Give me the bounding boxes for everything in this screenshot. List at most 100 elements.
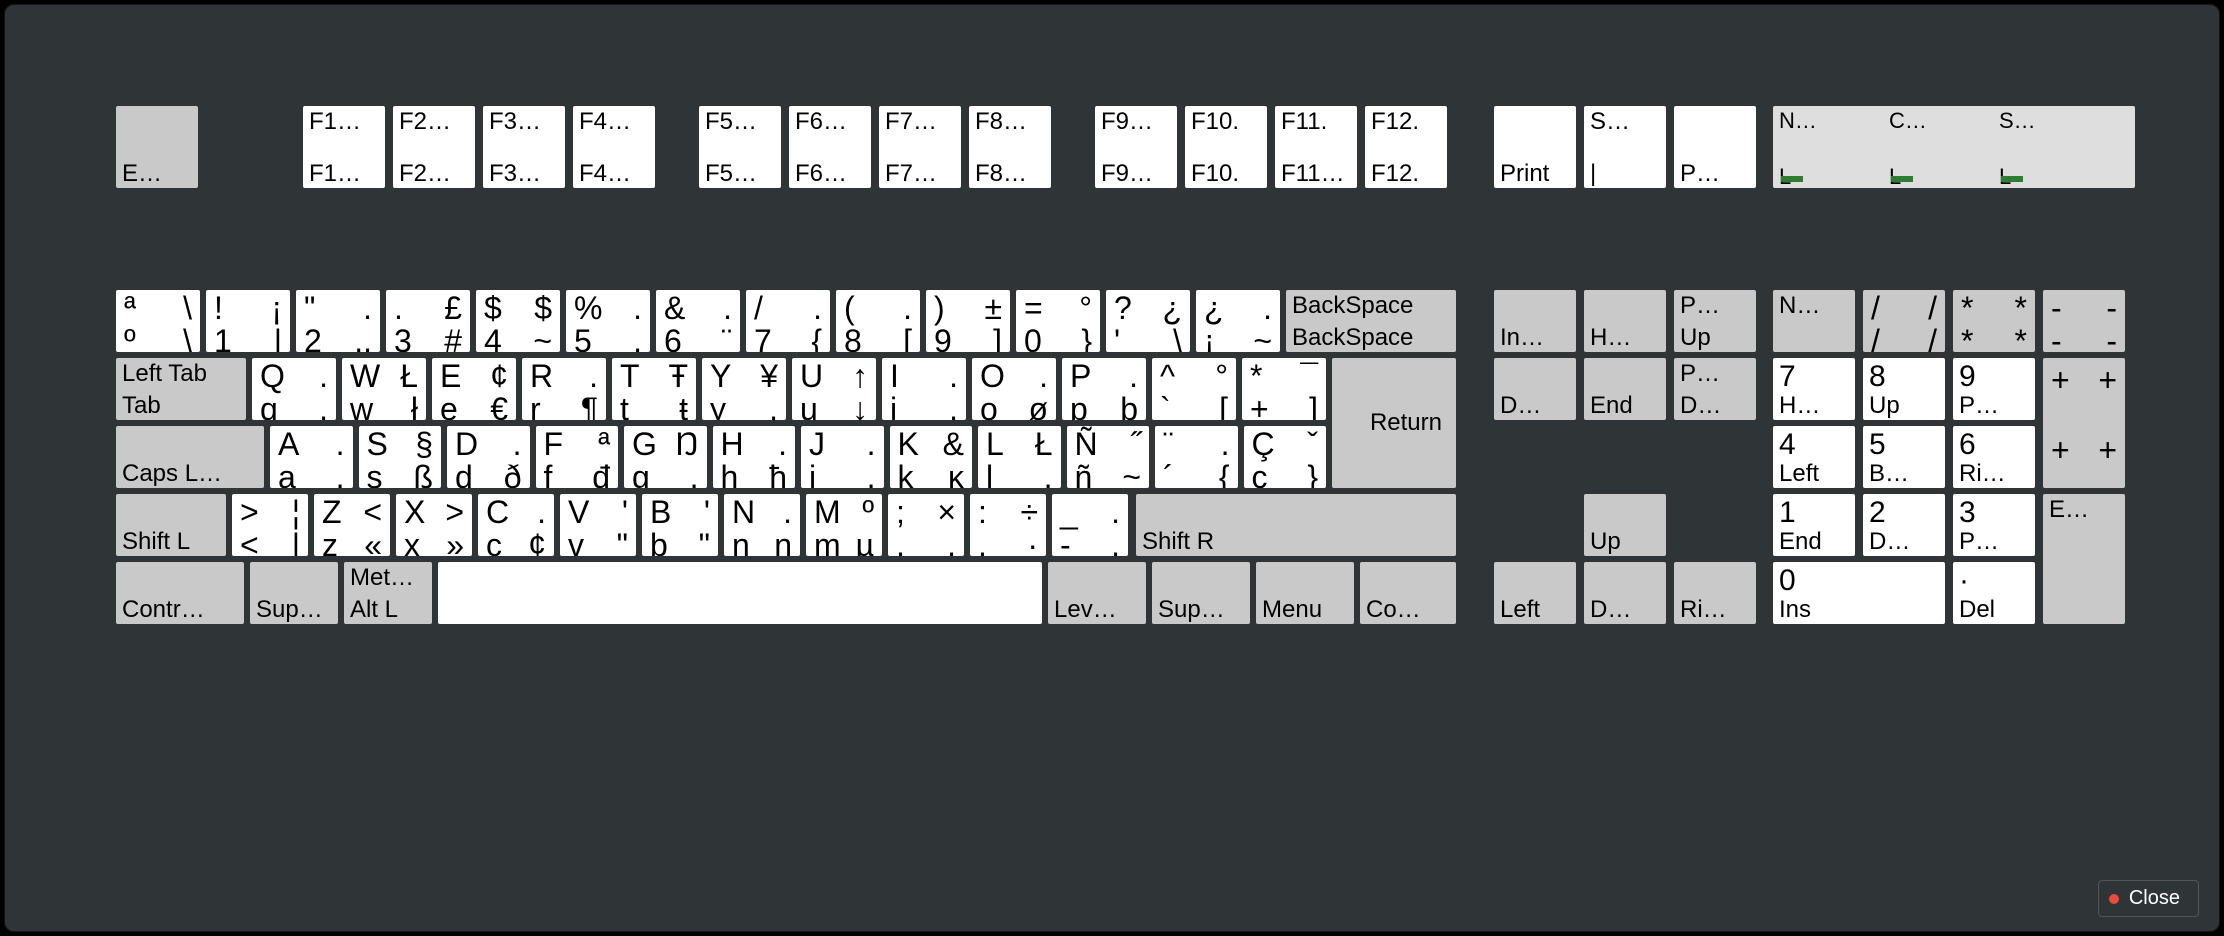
key-kp-multiply[interactable]: **** — [1952, 289, 2036, 353]
key-escape[interactable]: E… — [115, 105, 199, 189]
close-button[interactable]: Close — [2098, 880, 2199, 917]
key-capslock[interactable]: Caps L… — [115, 425, 265, 489]
key-f1[interactable]: F1…F1… — [302, 105, 386, 189]
key-kp-add[interactable]: ++++ — [2042, 357, 2126, 489]
key-row1-12[interactable]: ¿.¡~ — [1195, 289, 1281, 353]
key-row4-4[interactable]: V'v" — [559, 493, 637, 557]
key-row3-1[interactable]: S§sß — [358, 425, 443, 489]
key-f5[interactable]: F5…F5… — [698, 105, 782, 189]
key-shift-left[interactable]: Shift L — [115, 493, 227, 557]
key-row2-4[interactable]: TŦtŧ — [611, 357, 697, 421]
key-f11[interactable]: F11.F11… — [1274, 105, 1358, 189]
key-kp-enter[interactable]: E… — [2042, 493, 2126, 625]
key-pageup[interactable]: P…Up — [1673, 289, 1757, 353]
key-super-right[interactable]: Sup… — [1151, 561, 1251, 625]
key-control-left[interactable]: Contr… — [115, 561, 245, 625]
key-row1-1[interactable]: !¡1| — [205, 289, 291, 353]
key-f12[interactable]: F12.F12. — [1364, 105, 1448, 189]
key-row3-3[interactable]: Fªfđ — [535, 425, 620, 489]
key-left[interactable]: Left — [1493, 561, 1577, 625]
key-space[interactable] — [437, 561, 1043, 625]
key-row3-4[interactable]: GŊg. — [623, 425, 708, 489]
key-row4-7[interactable]: Mºmµ — [805, 493, 883, 557]
key-kp-1[interactable]: 1End — [1772, 493, 1856, 557]
key-right[interactable]: Ri… — [1673, 561, 1757, 625]
key-backspace[interactable]: BackSpaceBackSpace — [1285, 289, 1457, 353]
key-kp-9[interactable]: 9P… — [1952, 357, 2036, 421]
key-return[interactable]: Return — [1331, 357, 1457, 489]
key-row1-0[interactable]: ª\º\ — [115, 289, 201, 353]
key-f6[interactable]: F6…F6… — [788, 105, 872, 189]
key-kp-decimal[interactable]: ·Del — [1952, 561, 2036, 625]
key-alt-left[interactable]: Met…Alt L — [343, 561, 433, 625]
key-up[interactable]: Up — [1583, 493, 1667, 557]
key-row4-3[interactable]: C.c¢ — [477, 493, 555, 557]
key-kp-subtract[interactable]: ---- — [2042, 289, 2126, 353]
key-kp-3[interactable]: 3P… — [1952, 493, 2036, 557]
key-shift-right[interactable]: Shift R — [1135, 493, 1457, 557]
key-row3-9[interactable]: Ñ˝ñ~ — [1066, 425, 1151, 489]
key-row2-3[interactable]: R.r¶ — [521, 357, 607, 421]
key-row4-2[interactable]: X>x» — [395, 493, 473, 557]
key-pause[interactable]: P… — [1673, 105, 1757, 189]
key-down[interactable]: D… — [1583, 561, 1667, 625]
key-row2-5[interactable]: Y¥y. — [701, 357, 787, 421]
key-row1-8[interactable]: (.8[ — [835, 289, 921, 353]
key-kp-0[interactable]: 0Ins — [1772, 561, 1946, 625]
key-row4-6[interactable]: N.nn — [723, 493, 801, 557]
key-f9[interactable]: F9…F9… — [1094, 105, 1178, 189]
key-kp-4[interactable]: 4Left — [1772, 425, 1856, 489]
key-kp-8[interactable]: 8Up — [1862, 357, 1946, 421]
key-f7[interactable]: F7…F7… — [878, 105, 962, 189]
key-row3-5[interactable]: H.hħ — [712, 425, 797, 489]
key-row4-10[interactable]: _.-. — [1051, 493, 1129, 557]
key-row3-2[interactable]: D.dð — [446, 425, 531, 489]
key-kp-6[interactable]: 6Ri… — [1952, 425, 2036, 489]
key-f8[interactable]: F8…F8… — [968, 105, 1052, 189]
key-pagedown[interactable]: P…D… — [1673, 357, 1757, 421]
key-kp-7[interactable]: 7H… — [1772, 357, 1856, 421]
key-row1-9[interactable]: )±9] — [925, 289, 1011, 353]
key-row1-4[interactable]: $$4~ — [475, 289, 561, 353]
key-row1-5[interactable]: %.5. — [565, 289, 651, 353]
key-kp-divide[interactable]: //// — [1862, 289, 1946, 353]
key-row4-0[interactable]: >¦<| — [231, 493, 309, 557]
key-row3-6[interactable]: J.j. — [800, 425, 885, 489]
key-row1-2[interactable]: ".2.. — [295, 289, 381, 353]
key-scroll-lock[interactable]: S…| — [1583, 105, 1667, 189]
key-row2-10[interactable]: ^°`[ — [1151, 357, 1237, 421]
key-end[interactable]: End — [1583, 357, 1667, 421]
key-kp-5[interactable]: 5B… — [1862, 425, 1946, 489]
key-row1-3[interactable]: .£3# — [385, 289, 471, 353]
key-f4[interactable]: F4…F4… — [572, 105, 656, 189]
key-row1-6[interactable]: &.6¨ — [655, 289, 741, 353]
key-row3-8[interactable]: LŁl. — [977, 425, 1062, 489]
key-row3-11[interactable]: Çˇç} — [1243, 425, 1328, 489]
key-delete[interactable]: D… — [1493, 357, 1577, 421]
key-tab[interactable]: Left TabTab — [115, 357, 247, 421]
key-row4-8[interactable]: ;×,. — [887, 493, 965, 557]
key-row1-11[interactable]: ?¿'\ — [1105, 289, 1191, 353]
key-level3[interactable]: Lev… — [1047, 561, 1147, 625]
key-row2-8[interactable]: O.oø — [971, 357, 1057, 421]
key-row4-1[interactable]: Z<z« — [313, 493, 391, 557]
key-f10[interactable]: F10.F10. — [1184, 105, 1268, 189]
key-home[interactable]: H… — [1583, 289, 1667, 353]
key-print[interactable]: Print — [1493, 105, 1577, 189]
key-row2-9[interactable]: P.pþ — [1061, 357, 1147, 421]
key-row4-5[interactable]: B'b" — [641, 493, 719, 557]
key-kp-2[interactable]: 2D… — [1862, 493, 1946, 557]
key-row3-7[interactable]: K&kĸ — [889, 425, 974, 489]
key-menu[interactable]: Menu — [1255, 561, 1355, 625]
key-row2-1[interactable]: WŁwł — [341, 357, 427, 421]
key-row2-2[interactable]: E¢e€ — [431, 357, 517, 421]
key-control-right[interactable]: Co… — [1359, 561, 1457, 625]
key-super-left[interactable]: Sup… — [249, 561, 339, 625]
key-row2-0[interactable]: Q.q. — [251, 357, 337, 421]
key-f2[interactable]: F2…F2… — [392, 105, 476, 189]
key-numlock[interactable]: N… — [1772, 289, 1856, 353]
key-row1-7[interactable]: /.7{ — [745, 289, 831, 353]
key-row1-10[interactable]: =°0} — [1015, 289, 1101, 353]
key-row4-9[interactable]: :÷.· — [969, 493, 1047, 557]
key-row2-11[interactable]: *¯+] — [1241, 357, 1327, 421]
